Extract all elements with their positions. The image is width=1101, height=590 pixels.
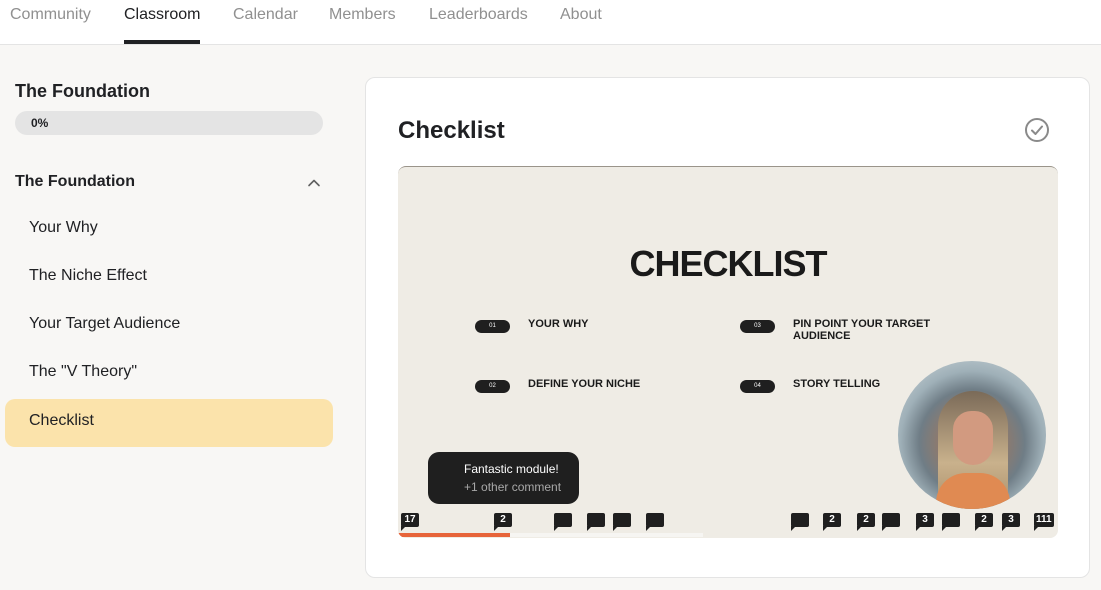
comment-marker[interactable]: [882, 513, 900, 531]
tab-members[interactable]: Members: [329, 6, 396, 44]
lesson-item-the-niche-effect[interactable]: The Niche Effect: [5, 254, 333, 302]
comment-marker[interactable]: [942, 513, 960, 531]
video-timeline-progress[interactable]: [398, 533, 511, 537]
comment-marker[interactable]: 2: [823, 513, 841, 531]
tab-about[interactable]: About: [560, 6, 602, 44]
comment-marker[interactable]: 2: [494, 513, 512, 531]
comment-text: Fantastic module!: [464, 462, 559, 476]
lesson-card: Checklist CHECKLIST 01 YOUR WHY 02 DEFIN…: [365, 77, 1090, 578]
slide-title: CHECKLIST: [629, 243, 828, 284]
module-header[interactable]: The Foundation: [15, 173, 325, 195]
lesson-item-checklist[interactable]: Checklist: [5, 399, 333, 447]
tab-community[interactable]: Community: [10, 6, 91, 44]
comment-marker[interactable]: [554, 513, 572, 531]
lesson-item-the-v-theory[interactable]: The "V Theory": [5, 350, 333, 398]
tab-leaderboards[interactable]: Leaderboards: [429, 6, 528, 44]
comment-marker[interactable]: 2: [857, 513, 875, 531]
lesson-item-your-target-audience[interactable]: Your Target Audience: [5, 302, 333, 350]
item-number-badge: 01: [475, 320, 510, 333]
tab-calendar[interactable]: Calendar: [233, 6, 298, 44]
tab-classroom[interactable]: Classroom: [124, 6, 201, 44]
comment-marker[interactable]: [587, 513, 605, 531]
item-text: DEFINE YOUR NICHE: [528, 378, 641, 390]
item-number-badge: 02: [475, 380, 510, 393]
comment-more[interactable]: +1 other comment: [464, 480, 561, 494]
course-progress-label: 0%: [31, 116, 49, 130]
comment-marker[interactable]: 17: [401, 513, 419, 531]
comment-marker[interactable]: 111: [1034, 513, 1054, 531]
item-number-badge: 03: [740, 320, 775, 333]
comment-marker[interactable]: [791, 513, 809, 531]
item-text: PIN POINT YOUR TARGET AUDIENCE: [793, 318, 931, 342]
webcam-face: [953, 411, 993, 465]
item-number-badge: 04: [740, 380, 775, 393]
lesson-title: Checklist: [398, 117, 505, 144]
module-title: The Foundation: [15, 173, 135, 190]
chevron-up-icon[interactable]: [306, 175, 322, 191]
course-progress-bar: 0%: [15, 111, 323, 135]
comment-marker[interactable]: 2: [975, 513, 993, 531]
comment-marker[interactable]: [646, 513, 664, 531]
comment-marker[interactable]: 3: [1002, 513, 1020, 531]
lesson-item-your-why[interactable]: Your Why: [5, 206, 333, 254]
item-text: YOUR WHY: [528, 318, 589, 330]
course-title: The Foundation: [15, 81, 150, 101]
comment-marker[interactable]: 3: [916, 513, 934, 531]
comment-marker[interactable]: [613, 513, 631, 531]
top-navigation: Community Classroom Calendar Members Lea…: [0, 0, 1101, 45]
video-player[interactable]: CHECKLIST 01 YOUR WHY 02 DEFINE YOUR NIC…: [398, 166, 1058, 538]
check-circle-icon[interactable]: [1024, 117, 1050, 143]
comment-popup[interactable]: Fantastic module! +1 other comment: [428, 452, 579, 504]
presenter-webcam: [898, 361, 1046, 509]
